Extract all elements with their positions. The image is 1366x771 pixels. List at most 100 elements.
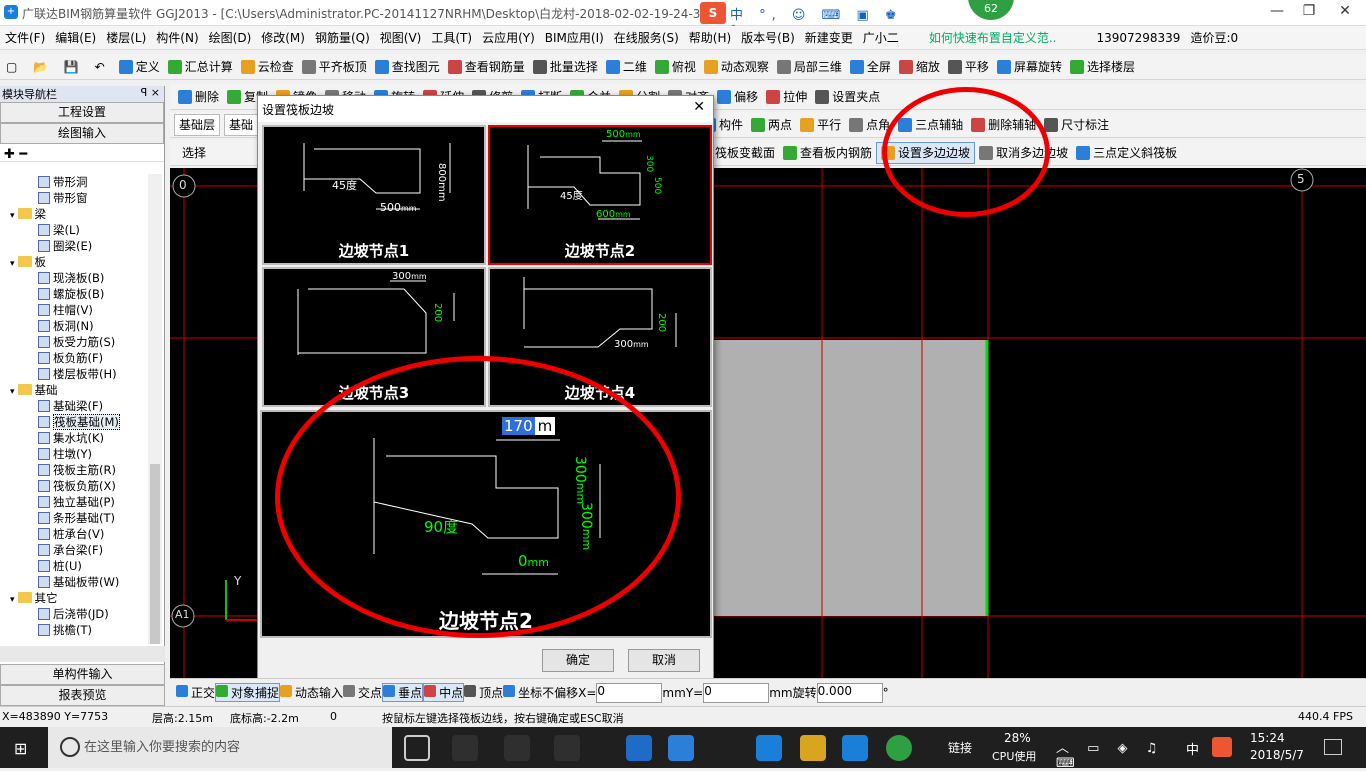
tree-item[interactable]: 集水坑(K) — [0, 430, 148, 446]
tree-item[interactable]: 板受力筋(S) — [0, 334, 148, 350]
tree-item[interactable]: 独立基础(P) — [0, 494, 148, 510]
ime-toolbar[interactable]: 中 °, ☺ ⌨ ▣ ♚ ✎ — [730, 4, 910, 38]
tb1-btn-15[interactable]: 选择楼层 — [1066, 56, 1139, 78]
ggj-app-icon[interactable] — [842, 735, 868, 761]
snap-5[interactable]: 中点 — [423, 683, 465, 702]
single-component-button[interactable]: 单构件输入 — [0, 664, 165, 685]
tb1-btn-7[interactable]: 二维 — [602, 56, 651, 78]
coord-x_val-1[interactable]: 0 — [596, 682, 663, 703]
tree-item[interactable]: 桩(U) — [0, 558, 148, 574]
tree-item[interactable]: 基础板带(W) — [0, 574, 148, 590]
menu-item-7[interactable]: 视图(V) — [375, 29, 427, 46]
tree-item[interactable]: 楼层板带(H) — [0, 366, 148, 382]
tb2-btn-13[interactable]: 设置夹点 — [811, 86, 884, 108]
tb2-btn-12[interactable]: 拉伸 — [762, 86, 811, 108]
minimize-button[interactable]: — — [1262, 3, 1292, 23]
ie-browser-icon[interactable] — [668, 735, 694, 761]
tb3-right-2[interactable]: 平行 — [796, 114, 845, 136]
tree-expander-icon[interactable]: ▾ — [10, 387, 15, 397]
tb1-btn-13[interactable]: 平移 — [944, 56, 993, 78]
snap-0[interactable]: 正交 — [176, 684, 215, 701]
menu-item-9[interactable]: 云应用(Y) — [477, 29, 540, 46]
tb1-btn-5[interactable]: 查看钢筋量 — [444, 56, 529, 78]
draw-input-button[interactable]: 绘图输入 — [0, 123, 164, 144]
tb1-btn-10[interactable]: 局部三维 — [773, 56, 846, 78]
tb1-btn-2[interactable]: 云检查 — [237, 56, 298, 78]
glodon-g-icon[interactable] — [756, 735, 782, 761]
tb1-btn-0[interactable]: 定义 — [115, 56, 164, 78]
tb1-btn-3[interactable]: 平齐板顶 — [298, 56, 371, 78]
notepad-icon[interactable] — [800, 735, 826, 761]
tb1-btn-8[interactable]: 俯视 — [651, 56, 700, 78]
menu-item-1[interactable]: 编辑(E) — [50, 29, 101, 46]
cancel-button[interactable]: 取消 — [628, 649, 700, 672]
dialog-close-icon[interactable]: ✕ — [693, 99, 705, 115]
tb1-btn-1[interactable]: 汇总计算 — [164, 56, 237, 78]
tb3-left-1[interactable]: 基础 — [224, 113, 259, 136]
sidebar-pin[interactable]: ꟼ × — [141, 86, 160, 99]
tb3-right-6[interactable]: 尺寸标注 — [1040, 114, 1113, 136]
tray-icons[interactable]: ︿ ▭ ◈ ♫ ⌨ — [1056, 737, 1176, 771]
edge-icon[interactable] — [626, 735, 652, 761]
tree-item[interactable]: 挑檐(T) — [0, 622, 148, 638]
menu-item-0[interactable]: 文件(F) — [0, 29, 50, 46]
menu-item-5[interactable]: 修改(M) — [256, 29, 310, 46]
menu-item-13[interactable]: 版本号(B) — [736, 29, 800, 46]
tree-item[interactable]: 后浇带(JD) — [0, 606, 148, 622]
tb1-btn-12[interactable]: 缩放 — [895, 56, 944, 78]
menu-item-18[interactable]: 造价豆:0 — [1185, 29, 1243, 46]
menu-item-16[interactable]: 如何快速布置自定义范.. — [924, 29, 1062, 46]
menu-item-14[interactable]: 新建变更 — [800, 29, 858, 46]
tree-item[interactable]: ▾ 板 — [0, 254, 148, 270]
tree-item[interactable]: 筏板负筋(X) — [0, 478, 148, 494]
notification-center-icon[interactable] — [1324, 739, 1342, 755]
app-fan-icon[interactable] — [452, 735, 478, 761]
tree-item[interactable]: 梁(L) — [0, 222, 148, 238]
tree-hscrollbar[interactable] — [0, 646, 165, 662]
tree-item[interactable]: 柱帽(V) — [0, 302, 148, 318]
tb3-left-0[interactable]: 基础层 — [174, 113, 221, 136]
tree-item[interactable]: ▾ 其它 — [0, 590, 148, 606]
tree-item[interactable]: 桩承台(V) — [0, 526, 148, 542]
tree-item[interactable]: 条形基础(T) — [0, 510, 148, 526]
app-spiral-icon[interactable] — [554, 735, 580, 761]
snap-4[interactable]: 垂点 — [382, 683, 424, 702]
tree-expander-icon[interactable]: ▾ — [10, 259, 15, 269]
tray-ime[interactable]: 中 — [1186, 739, 1199, 758]
quick-access-icons[interactable]: ▢ 📂 💾 ↶ — [2, 56, 115, 78]
tree-item[interactable]: ▾ 基础 — [0, 382, 148, 398]
tb4-right-1[interactable]: 查看板内钢筋 — [779, 142, 876, 164]
tray-link[interactable]: 链接 — [948, 739, 972, 756]
tree-scrollbar[interactable] — [148, 174, 162, 644]
sogou-ime-icon[interactable]: S — [700, 2, 726, 24]
tb4-right-4[interactable]: 三点定义斜筏板 — [1072, 142, 1181, 164]
tree-item[interactable]: 螺旋板(B) — [0, 286, 148, 302]
report-preview-button[interactable]: 报表预览 — [0, 685, 165, 706]
menu-item-12[interactable]: 帮助(H) — [684, 29, 736, 46]
tb1-btn-11[interactable]: 全屏 — [846, 56, 895, 78]
menu-item-17[interactable]: 13907298339 — [1091, 31, 1185, 45]
tb1-btn-9[interactable]: 动态观察 — [700, 56, 773, 78]
green-app-icon[interactable] — [886, 735, 912, 761]
menu-item-8[interactable]: 工具(T) — [426, 29, 477, 46]
tb2-btn-0[interactable]: 删除 — [174, 86, 223, 108]
tree-item[interactable]: 基础梁(F) — [0, 398, 148, 414]
menu-item-6[interactable]: 钢筋量(Q) — [310, 29, 375, 46]
ok-button[interactable]: 确定 — [542, 649, 614, 672]
snap-6[interactable]: 顶点 — [464, 684, 503, 701]
tree-item[interactable]: 筏板基础(M) — [0, 414, 148, 430]
tree-item[interactable]: 承台梁(F) — [0, 542, 148, 558]
snap-2[interactable]: 动态输入 — [280, 684, 343, 701]
snap-3[interactable]: 交点 — [343, 684, 382, 701]
tree-item[interactable]: 现浇板(B) — [0, 270, 148, 286]
tray-sogou-icon[interactable] — [1212, 737, 1232, 757]
taskbar-search[interactable]: 在这里输入你要搜索的内容 — [48, 727, 392, 768]
tb1-btn-4[interactable]: 查找图元 — [371, 56, 444, 78]
tree-expander-icon[interactable]: ▾ — [10, 211, 15, 221]
menu-item-3[interactable]: 构件(N) — [151, 29, 203, 46]
tb3-right-1[interactable]: 两点 — [747, 114, 796, 136]
coord-y_val-4[interactable]: 0 — [703, 682, 770, 703]
menu-item-4[interactable]: 绘图(D) — [204, 29, 257, 46]
tree-item[interactable]: 板负筋(F) — [0, 350, 148, 366]
tree-item[interactable]: 板洞(N) — [0, 318, 148, 334]
